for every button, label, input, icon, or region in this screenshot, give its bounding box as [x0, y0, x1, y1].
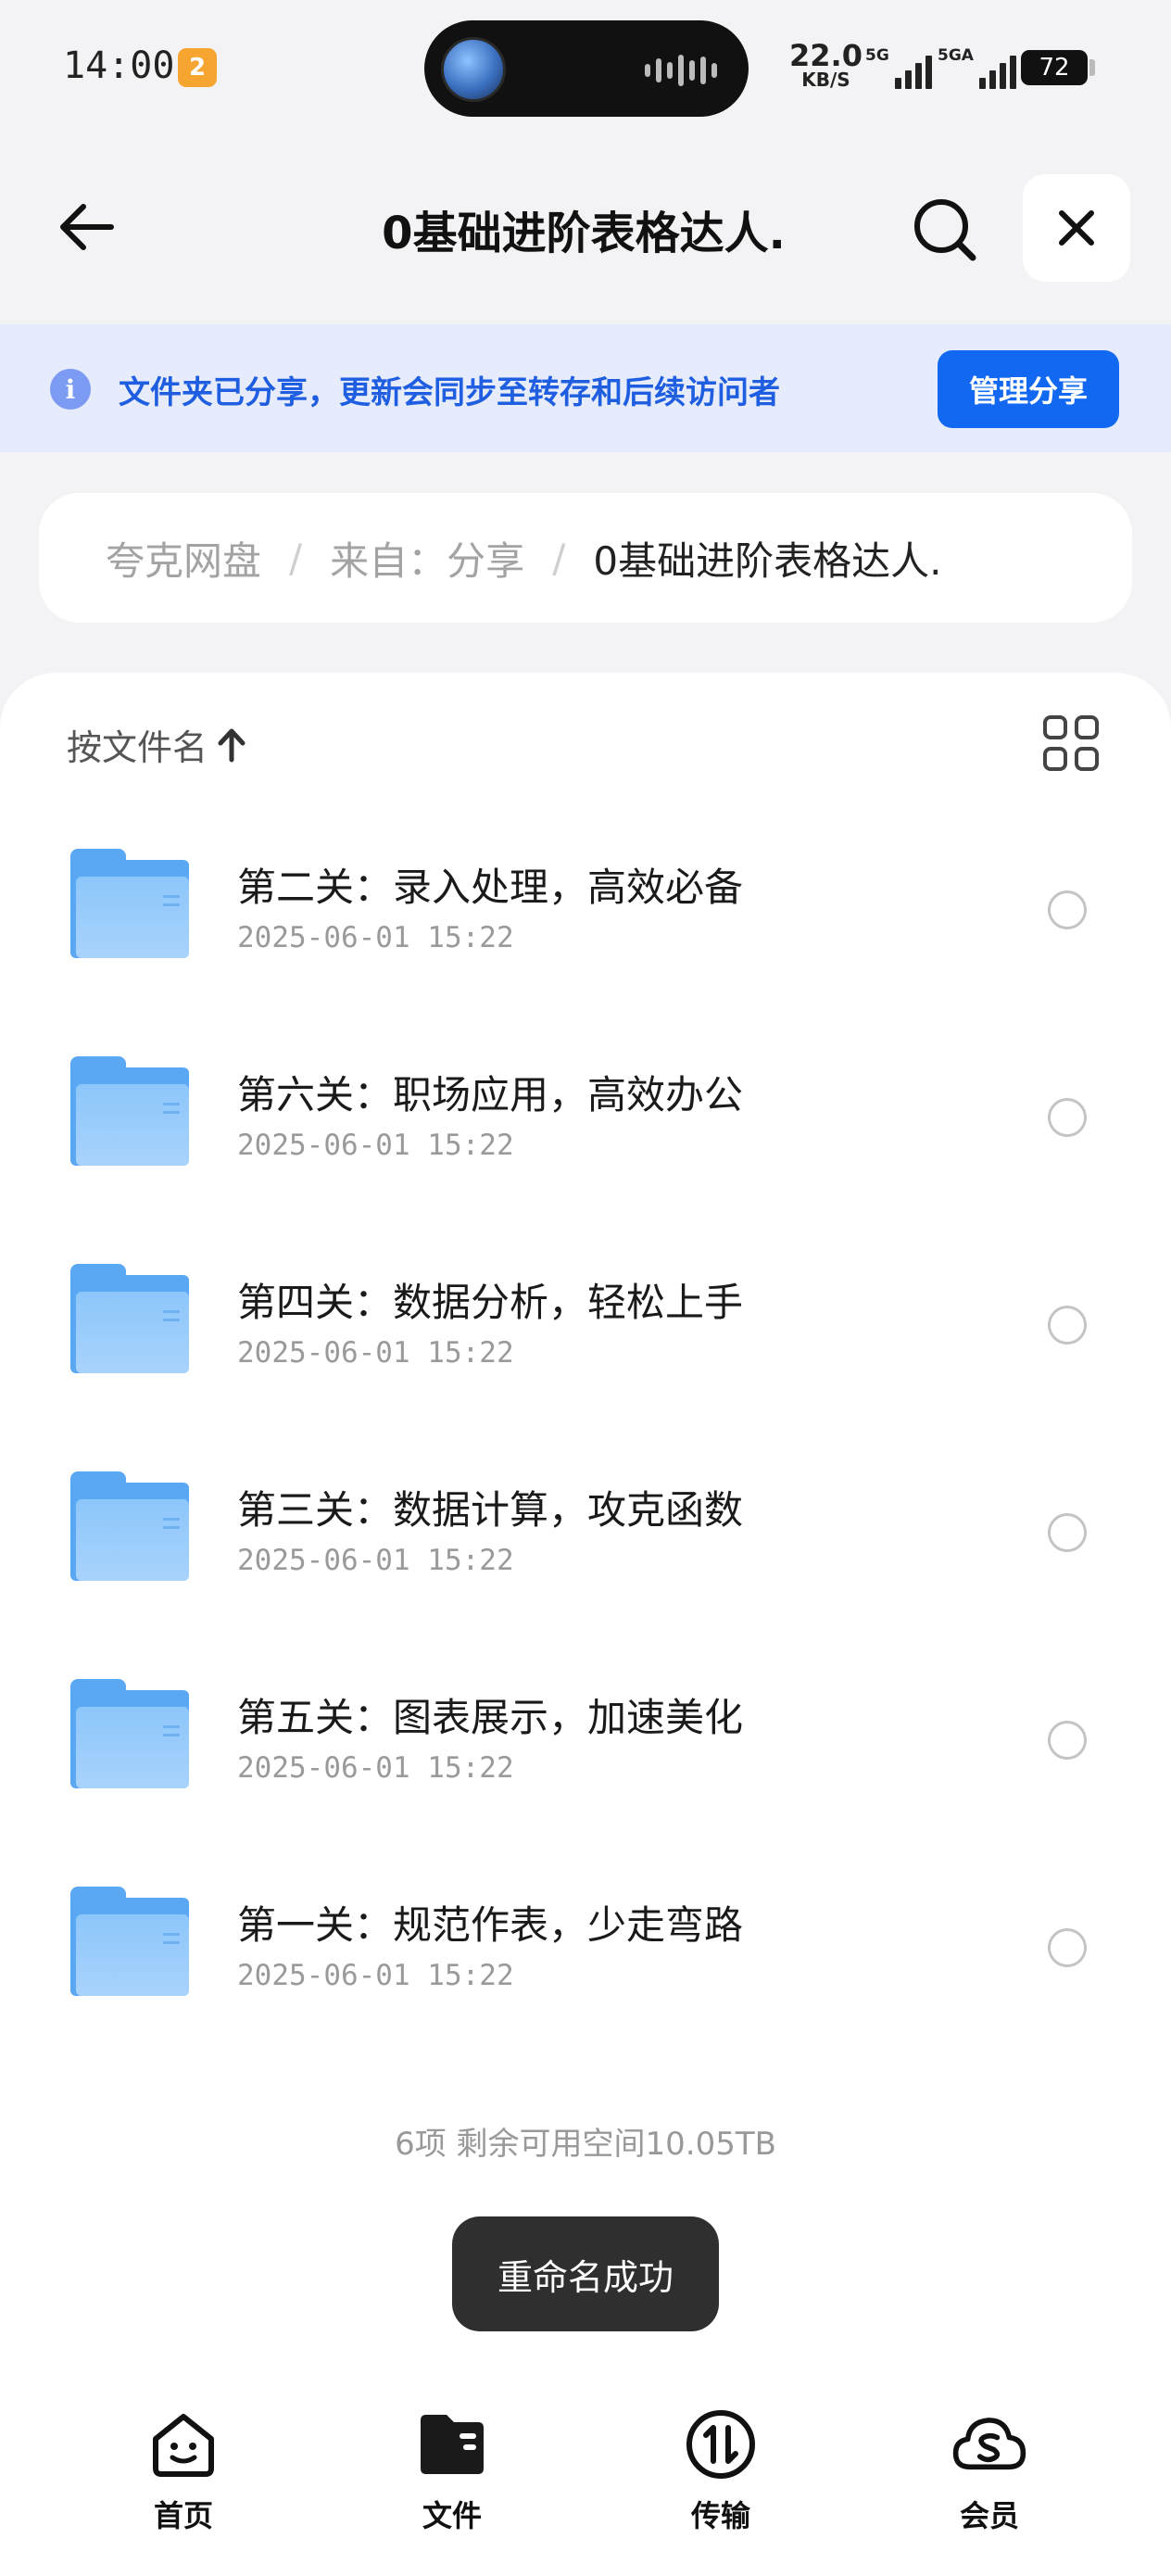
list-item[interactable]: 第一关：规范作表，少走弯路 2025-06-01 15:22: [0, 1840, 1171, 2048]
nav-item-home[interactable]: 首页: [100, 2406, 267, 2544]
network-speed-unit: KB/S: [801, 69, 850, 91]
breadcrumb: 夸克网盘 / 来自：分享 / 0基础进阶表格达人.: [39, 493, 1132, 623]
folder-date: 2025-06-01 15:22: [237, 1751, 514, 1785]
breadcrumb-separator: /: [289, 535, 303, 581]
title-bar: 0基础进阶表格达人.: [0, 167, 1171, 287]
folder-name: 第一关：规范作表，少走弯路: [237, 1902, 744, 1948]
audio-wave-icon: [645, 52, 717, 89]
folder-date: 2025-06-01 15:22: [237, 1544, 514, 1577]
folder-name: 第四关：数据分析，轻松上手: [237, 1280, 744, 1325]
file-list: 第二关：录入处理，高效必备 2025-06-01 15:22 第六关：职场应用，…: [0, 802, 1171, 2048]
transfer-icon: [682, 2406, 760, 2483]
toast-message: 重命名成功: [452, 2216, 719, 2331]
share-notice-text: 文件夹已分享，更新会同步至转存和后续访问者: [119, 374, 780, 411]
folder-name: 第六关：职场应用，高效办公: [237, 1072, 744, 1118]
sort-label: 按文件名: [67, 727, 208, 768]
nav-item-files[interactable]: 文件: [369, 2406, 535, 2544]
network-speed: 22.0 KB/S: [789, 41, 863, 89]
file-list-panel: 按文件名 第二关：录入处理，高效必备 2025-06-01 15:22 第六关：…: [0, 673, 1171, 2368]
list-item[interactable]: 第六关：职场应用，高效办公 2025-06-01 15:22: [0, 1010, 1171, 1218]
close-icon: [1059, 210, 1094, 246]
info-icon: i: [50, 369, 91, 410]
folder-icon: [70, 1264, 189, 1373]
folder-date: 2025-06-01 15:22: [237, 1336, 514, 1370]
bottom-nav: 首页 文件 传输 会员: [0, 2368, 1171, 2576]
list-item[interactable]: 第三关：数据计算，攻克函数 2025-06-01 15:22: [0, 1425, 1171, 1633]
arrow-up-icon: [218, 728, 246, 762]
storage-summary: 6项 剩余可用空间10.05TB: [395, 2126, 776, 2163]
signal-sim1-icon: 5G: [865, 46, 932, 89]
sim2-label: 5GA: [938, 46, 974, 65]
page-title: 0基础进阶表格达人.: [382, 208, 786, 259]
folder-date: 2025-06-01 15:22: [237, 921, 514, 954]
nav-label-files: 文件: [422, 2498, 482, 2533]
files-icon: [413, 2406, 491, 2483]
home-icon: [145, 2406, 222, 2483]
app-notification-icon: 2: [178, 48, 217, 87]
select-checkbox[interactable]: [1048, 1513, 1087, 1552]
close-button[interactable]: [1023, 174, 1130, 282]
folder-icon: [70, 1056, 189, 1166]
list-item[interactable]: 第四关：数据分析，轻松上手 2025-06-01 15:22: [0, 1218, 1171, 1425]
folder-name: 第二关：录入处理，高效必备: [237, 865, 744, 910]
battery-level: 72: [1039, 54, 1070, 82]
network-speed-value: 22.0: [789, 38, 863, 73]
list-item[interactable]: 第五关：图表展示，加速美化 2025-06-01 15:22: [0, 1633, 1171, 1840]
share-notice-banner: i 文件夹已分享，更新会同步至转存和后续访问者 管理分享: [0, 324, 1171, 452]
dynamic-island[interactable]: [424, 20, 749, 117]
status-bar: 14:00 2 22.0 KB/S 5G 5GA 72: [0, 0, 1171, 139]
nav-item-vip[interactable]: 会员: [906, 2406, 1073, 2544]
arrow-left-icon: [60, 204, 114, 250]
breadcrumb-item-shared[interactable]: 来自：分享: [330, 530, 524, 587]
folder-date: 2025-06-01 15:22: [237, 1129, 514, 1162]
select-checkbox[interactable]: [1048, 1721, 1087, 1760]
folder-name: 第三关：数据计算，攻克函数: [237, 1487, 744, 1533]
sort-button[interactable]: 按文件名: [67, 719, 246, 770]
status-time: 14:00: [63, 44, 175, 87]
manage-share-button[interactable]: 管理分享: [938, 350, 1119, 428]
nav-label-transfer: 传输: [690, 2498, 750, 2533]
vip-icon: [951, 2406, 1028, 2483]
folder-icon: [70, 1887, 189, 1996]
folder-icon: [70, 1679, 189, 1788]
select-checkbox[interactable]: [1048, 1306, 1087, 1345]
battery-icon: 72: [1021, 50, 1088, 85]
breadcrumb-item-current: 0基础进阶表格达人.: [593, 537, 942, 584]
folder-date: 2025-06-01 15:22: [237, 1959, 514, 1992]
search-icon: [914, 199, 976, 261]
folder-name: 第五关：图表展示，加速美化: [237, 1695, 744, 1740]
search-button[interactable]: [900, 190, 989, 270]
media-avatar-icon: [441, 37, 506, 102]
nav-label-vip: 会员: [959, 2498, 1019, 2533]
grid-view-icon[interactable]: [1043, 715, 1099, 771]
battery-cap: [1089, 59, 1095, 76]
select-checkbox[interactable]: [1048, 1928, 1087, 1967]
breadcrumb-item-root[interactable]: 夸克网盘: [106, 530, 261, 587]
folder-icon: [70, 849, 189, 958]
back-button[interactable]: [44, 190, 128, 264]
signal-sim2-icon: 5GA: [938, 46, 1016, 89]
nav-item-transfer[interactable]: 传输: [637, 2406, 804, 2544]
select-checkbox[interactable]: [1048, 890, 1087, 929]
list-item[interactable]: 第二关：录入处理，高效必备 2025-06-01 15:22: [0, 802, 1171, 1010]
select-checkbox[interactable]: [1048, 1098, 1087, 1137]
folder-icon: [70, 1471, 189, 1581]
breadcrumb-separator: /: [552, 535, 566, 581]
sim1-label: 5G: [865, 46, 889, 65]
nav-label-home: 首页: [153, 2498, 213, 2533]
